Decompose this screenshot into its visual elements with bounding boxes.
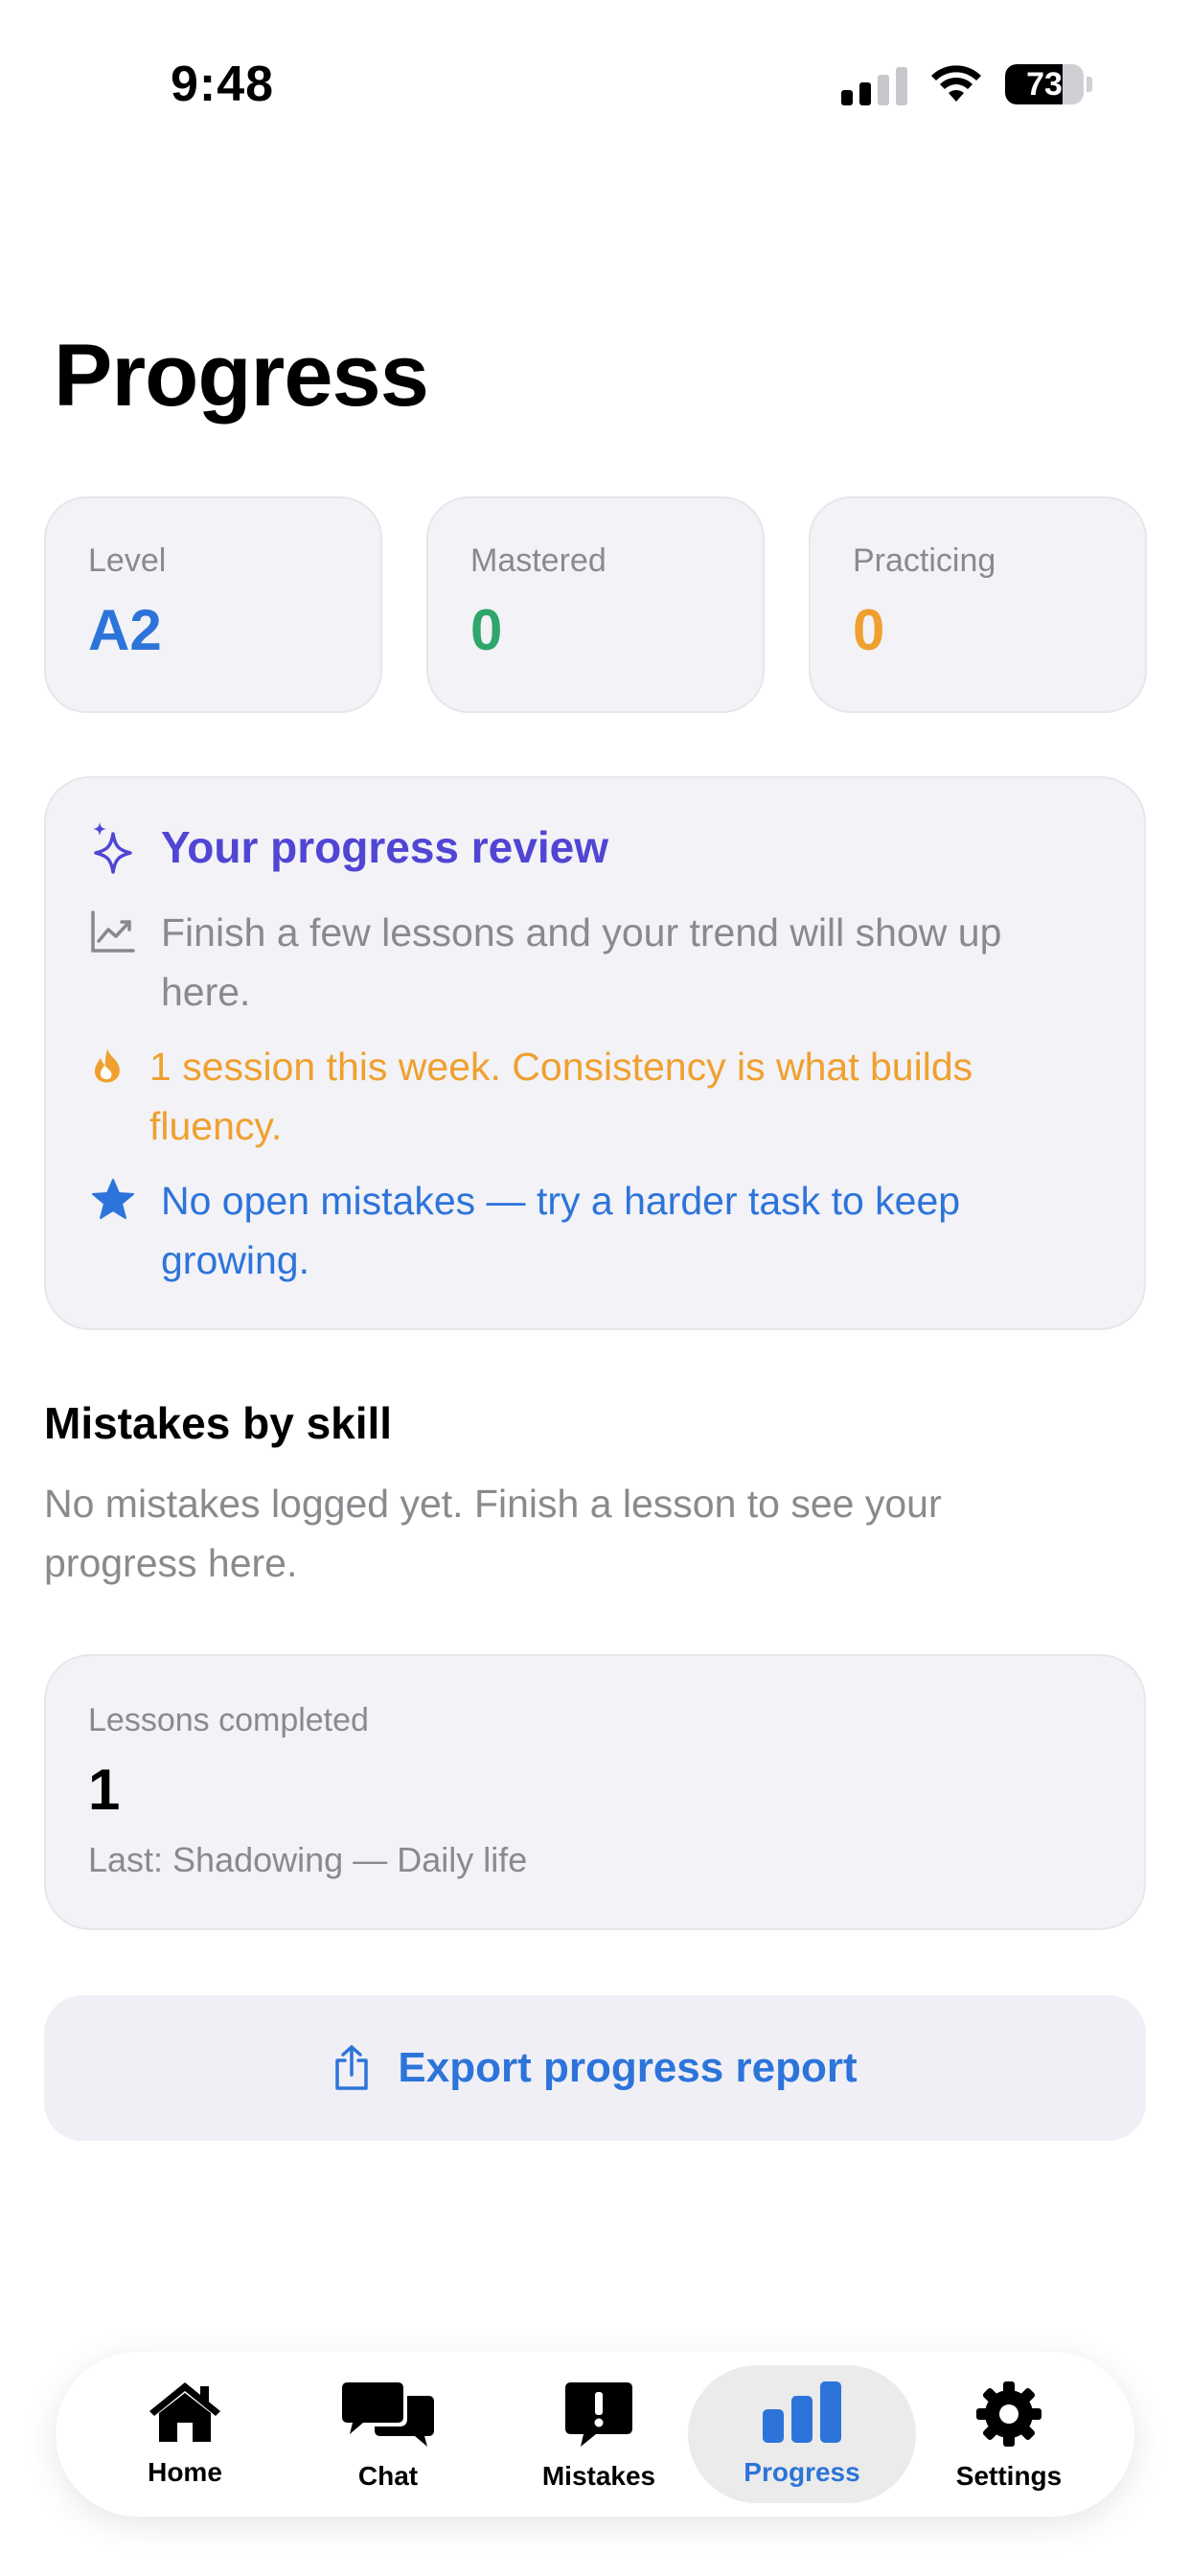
page-title: Progress <box>54 327 429 425</box>
tab-label: Progress <box>744 2457 860 2487</box>
lessons-label: Lessons completed <box>88 1702 369 1738</box>
stat-value: 0 <box>853 598 885 662</box>
stat-card-level: Level A2 <box>44 496 382 713</box>
review-header: Your progress review <box>90 820 608 874</box>
export-progress-button[interactable]: Export progress report <box>44 1995 1146 2141</box>
share-icon <box>335 2045 369 2090</box>
tab-label: Home <box>148 2457 222 2487</box>
last-lesson: Last: Shadowing — Daily life <box>88 1840 528 1879</box>
gear-icon <box>976 2381 1041 2447</box>
battery-icon: 73 <box>1005 64 1092 104</box>
tab-bar: Home Chat Mistakes Progress Settings <box>56 2352 1134 2517</box>
stat-card-practicing: Practicing 0 <box>809 496 1147 713</box>
tab-label: Mistakes <box>541 2461 656 2491</box>
tab-label: Chat <box>357 2461 419 2491</box>
stat-card-mastered: Mastered 0 <box>426 496 765 713</box>
battery-percentage: 73 <box>1026 66 1063 103</box>
review-item-trend: Finish a few lessons and your trend will… <box>90 903 1023 1022</box>
review-item-text: 1 session this week. Consistency is what… <box>149 1045 973 1148</box>
sparkles-icon <box>93 822 132 874</box>
stat-label: Mastered <box>470 542 606 579</box>
status-time: 9:48 <box>171 57 275 112</box>
trend-chart-icon <box>91 910 135 953</box>
review-item-streak: 1 session this week. Consistency is what… <box>90 1037 1012 1156</box>
exclamation-bubble-icon <box>565 2382 632 2447</box>
star-icon <box>92 1179 134 1219</box>
progress-screen: 9:48 73 Progress Level A2 Mastered 0 Pra… <box>0 0 1190 2576</box>
stats-row: Level A2 Mastered 0 Practicing 0 <box>44 496 1147 713</box>
progress-review-card: Your progress review Finish a few lesson… <box>44 776 1146 1330</box>
review-title: Your progress review <box>161 822 608 872</box>
tab-mistakes[interactable]: Mistakes <box>527 2365 671 2503</box>
mistakes-section-title: Mistakes by skill <box>44 1398 393 1448</box>
chat-bubbles-icon <box>342 2382 434 2447</box>
export-button-label: Export progress report <box>398 2044 858 2091</box>
lessons-count: 1 <box>88 1758 121 1822</box>
tab-home[interactable]: Home <box>113 2365 257 2503</box>
stat-value: A2 <box>88 598 162 662</box>
house-icon <box>149 2382 220 2442</box>
status-indicators: 73 <box>841 63 1092 105</box>
lessons-completed-card: Lessons completed 1 Last: Shadowing — Da… <box>44 1654 1146 1930</box>
flame-icon <box>95 1048 120 1083</box>
cellular-signal-icon <box>841 63 907 105</box>
review-item-text: No open mistakes — try a harder task to … <box>161 1179 961 1282</box>
tab-chat[interactable]: Chat <box>326 2365 450 2503</box>
stat-label: Practicing <box>853 542 996 579</box>
tab-settings[interactable]: Settings <box>937 2365 1081 2503</box>
wifi-icon <box>931 65 981 102</box>
review-item-text: Finish a few lessons and your trend will… <box>161 910 1002 1014</box>
stat-label: Level <box>88 542 167 579</box>
review-item-mistakes: No open mistakes — try a harder task to … <box>90 1171 1023 1290</box>
stat-value: 0 <box>470 598 503 662</box>
tab-label: Settings <box>955 2461 1063 2491</box>
mistakes-empty-state: No mistakes logged yet. Finish a lesson … <box>44 1482 942 1585</box>
tab-progress[interactable]: Progress <box>688 2365 916 2503</box>
bar-chart-icon <box>763 2381 841 2443</box>
